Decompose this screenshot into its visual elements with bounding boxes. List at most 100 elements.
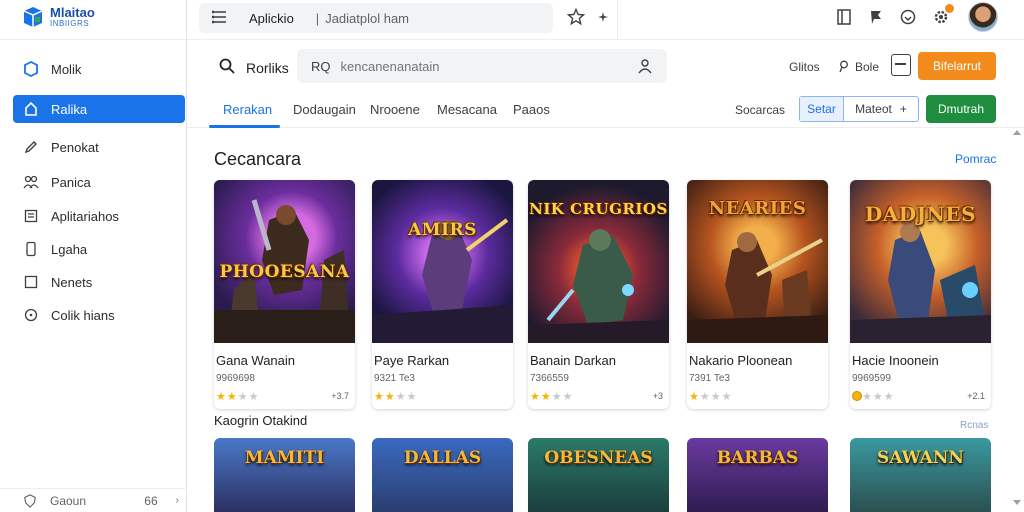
sidebar-footer-label: Gaoun [50, 493, 87, 508]
breadcrumb[interactable]: Aplickio | Jadiatplol ham [199, 3, 553, 33]
user-avatar[interactable] [968, 2, 998, 32]
secondary-action-button[interactable]: Dmutrah [926, 95, 996, 123]
star-rating: ★★★★ [374, 390, 418, 403]
panel-icon[interactable] [833, 6, 855, 28]
game-cover-title: AMIRS [408, 220, 477, 240]
game-name: Banain Darkan [530, 353, 616, 368]
star-icon: ★ [883, 391, 895, 403]
breadcrumb-page[interactable]: Jadiatplol ham [325, 11, 409, 26]
segment-mateot-suffix: + [899, 102, 907, 116]
segment-mateot-label: Mateot [855, 102, 892, 116]
star-icon: ★ [689, 391, 700, 403]
game-cover-title: NEARIES [708, 198, 807, 219]
tab-nrooene[interactable]: Nrooene [370, 102, 420, 117]
coin-icon [852, 391, 862, 401]
tab-paaos[interactable]: Paaos [513, 102, 550, 117]
notification-dot [945, 4, 954, 13]
sidebar-item-panica[interactable]: Panica [13, 168, 185, 196]
game-card[interactable]: DADJNES Hacie Inoonein 9969599 ★★★ +2.1 [850, 180, 991, 409]
game-name: Nakario Ploonean [689, 353, 793, 368]
game-card[interactable]: NIK CRUGRIOS Banain Darkan 7366559 ★★★★ … [528, 180, 669, 409]
socarcas-link[interactable]: Socarcas [735, 103, 785, 117]
star-icon: ★ [872, 391, 884, 403]
search-field[interactable]: RQ [297, 49, 667, 83]
sidebar-item-colik-hians[interactable]: Colik hians [13, 301, 185, 329]
rating-count: +3.7 [331, 391, 349, 401]
breadcrumb-app[interactable]: Aplickio [249, 11, 294, 26]
sparkle-icon[interactable] [592, 6, 614, 28]
scroll-down-icon[interactable] [1013, 500, 1021, 505]
minimize-panel-button[interactable] [891, 54, 911, 76]
game-name: Gana Wanain [216, 353, 296, 368]
game-meta: 9969599 [852, 373, 891, 384]
game-cover-title: DADJNES [864, 202, 977, 226]
flag-icon[interactable] [865, 6, 887, 28]
clock-icon [23, 307, 39, 323]
breadcrumb-separator: | [315, 10, 320, 26]
info-circle-icon[interactable] [897, 6, 919, 28]
sidebar-item-lgaha[interactable]: Lgaha [13, 235, 185, 263]
search-prefix: RQ [311, 58, 331, 74]
star-rating: ★★★★ [530, 390, 574, 403]
cube-icon [23, 61, 39, 77]
game-card[interactable]: PHOOESANA Gana Wanain 9969698 ★★★★ +3.7 [214, 180, 355, 409]
segment-setar[interactable]: Setar [800, 97, 844, 121]
settings-icon[interactable] [930, 4, 954, 28]
brand-logo[interactable]: Mlaitao INBIIGRS [22, 6, 95, 28]
star-icon[interactable] [565, 6, 587, 28]
star-icon: ★ [699, 391, 711, 403]
sidebar-item-penokat[interactable]: Penokat [13, 133, 185, 161]
sidebar-item-ralika[interactable]: Ralika [13, 95, 185, 123]
tab-mesacana[interactable]: Mesacana [437, 102, 497, 117]
sidebar-footer[interactable]: Gaoun 66 › [0, 488, 187, 512]
sidebar-item-aplitariahos[interactable]: Aplitariahos [13, 202, 185, 230]
bole-link[interactable]: Bole [839, 60, 879, 76]
star-icon: ★ [216, 391, 227, 403]
primary-action-button[interactable]: Bifelarrut [918, 52, 996, 80]
game-cover-title: SAWANN [877, 448, 964, 468]
game-cover-image: DADJNES [850, 180, 991, 343]
tab-bar: Rerakan Dodaugain Nrooene Mesacana Paaos… [187, 90, 1024, 128]
shield-icon [22, 493, 38, 509]
star-icon: ★ [862, 391, 873, 403]
section-see-all-link[interactable]: Rcnas [960, 420, 988, 431]
section-title: Kaogrin Otakind [214, 413, 308, 428]
game-meta: 9969698 [216, 373, 255, 384]
glitos-link[interactable]: Glitos [789, 60, 820, 74]
star-rating: ★★★ [852, 390, 895, 403]
game-cover-image: AMIRS [372, 180, 513, 343]
menu-icon[interactable] [211, 10, 227, 27]
search-input[interactable] [340, 58, 621, 74]
star-icon: ★ [248, 391, 260, 403]
scroll-up-icon[interactable] [1013, 130, 1021, 135]
section-see-all-link[interactable]: Pomrac [955, 152, 996, 166]
person-icon[interactable] [637, 58, 653, 77]
brand-title: Mlaitao [50, 5, 95, 20]
bole-label: Bole [855, 60, 880, 74]
game-card[interactable]: DALLAS [372, 438, 513, 512]
sidebar-item-label: Colik hians [51, 307, 115, 323]
game-card[interactable]: AMIRS Paye Rarkan 9321 Te3 ★★★★ [372, 180, 513, 409]
rating-count: +2.1 [967, 391, 985, 401]
sidebar-item-molik[interactable]: Molik [13, 55, 185, 83]
game-card[interactable]: OBESNEAS [528, 438, 669, 512]
sidebar-item-label: Aplitariahos [51, 208, 119, 224]
game-card[interactable]: BARBAS [687, 438, 828, 512]
star-icon: ★ [562, 391, 574, 403]
game-card[interactable]: SAWANN [850, 438, 991, 512]
square-icon [23, 274, 39, 290]
sidebar-item-nenets[interactable]: Nenets [13, 268, 185, 296]
group-icon [23, 174, 39, 190]
scrollbar[interactable] [1013, 130, 1021, 512]
active-tab-indicator [209, 125, 280, 128]
game-card[interactable]: NEARIES Nakario Ploonean 7391 Te3 ★★★★ [687, 180, 828, 409]
segment-mateot[interactable]: Mateot + [844, 97, 918, 121]
search-row: Rorliks RQ Glitos Bole Bifelarrut [187, 40, 1024, 88]
game-card[interactable]: MAMITI [214, 438, 355, 512]
search-icon[interactable] [219, 58, 235, 79]
star-icon: ★ [540, 391, 552, 403]
view-toggle[interactable]: Setar Mateot + [799, 96, 919, 122]
pin-icon [839, 60, 849, 76]
tab-rerakan[interactable]: Rerakan [223, 102, 272, 117]
tab-dodaugain[interactable]: Dodaugain [293, 102, 356, 117]
